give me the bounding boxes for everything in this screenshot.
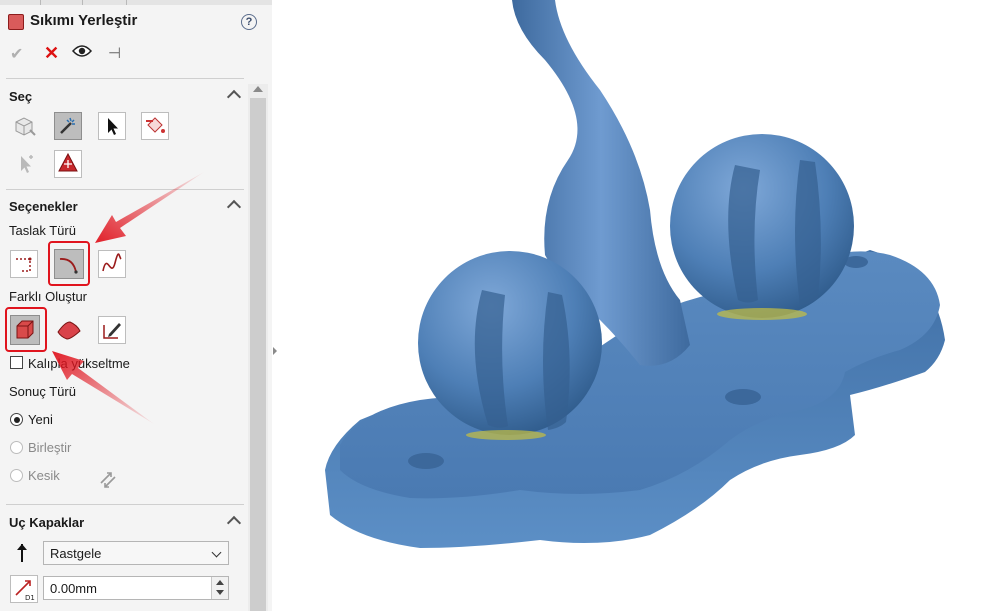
disabled-pointer-button[interactable] xyxy=(10,150,38,178)
hook-ball-left xyxy=(418,251,602,435)
depth-spinner[interactable] xyxy=(211,577,228,599)
depth-dimension-icon-button[interactable]: D1 xyxy=(10,575,38,603)
help-icon[interactable]: ? xyxy=(241,14,257,30)
preview-button[interactable] xyxy=(71,44,93,61)
result-merge-radio[interactable] xyxy=(10,441,23,454)
collapse-chevron-icon[interactable] xyxy=(226,515,242,531)
chevron-down-icon xyxy=(211,547,222,558)
cancel-button[interactable]: ✕ xyxy=(44,43,59,64)
result-new-label: Yeni xyxy=(28,412,53,427)
feature-select-button[interactable] xyxy=(54,150,82,178)
divider xyxy=(6,504,244,505)
spin-down-icon[interactable] xyxy=(216,590,224,595)
feature-title: Sıkımı Yerleştir xyxy=(30,12,138,29)
end-cap-depth-value: 0.00mm xyxy=(50,581,97,596)
spline-icon xyxy=(102,253,122,272)
checkmark-icon: ✔ xyxy=(10,46,24,63)
coat-hook-model xyxy=(325,0,945,548)
collapse-chevron-icon[interactable] xyxy=(226,89,242,105)
section-end-caps-title[interactable]: Uç Kapaklar xyxy=(9,515,84,530)
collapse-chevron-icon[interactable] xyxy=(226,199,242,215)
ball-slot xyxy=(795,160,821,305)
sketch-type-arc-button[interactable] xyxy=(54,249,84,279)
create-different-label: Farklı Oluştur xyxy=(9,289,88,304)
solid-body-button[interactable] xyxy=(10,315,40,345)
red-star-shape-icon xyxy=(58,152,78,172)
paint-bucket-button[interactable] xyxy=(141,112,169,140)
hook-ball-right xyxy=(670,134,854,318)
panel-scrollbar[interactable] xyxy=(248,84,268,611)
pin-button[interactable]: ⊣ xyxy=(108,44,121,62)
divider xyxy=(6,78,244,79)
surface-body-button[interactable] xyxy=(54,316,82,344)
sketch-edit-button[interactable] xyxy=(98,316,126,344)
flip-direction-button[interactable] xyxy=(97,469,119,494)
scrollbar-thumb[interactable] xyxy=(250,98,266,611)
result-cut-radio[interactable] xyxy=(10,469,23,482)
paint-bucket-icon xyxy=(146,117,165,133)
section-options-title[interactable]: Seçenekler xyxy=(9,199,78,214)
panel-tab-strip[interactable] xyxy=(0,0,272,5)
ball-contact-edge xyxy=(717,308,807,320)
result-type-label: Sonuç Türü xyxy=(9,384,76,399)
pointer-button[interactable] xyxy=(98,112,126,140)
surface-diamond-icon xyxy=(57,321,81,340)
graphics-viewport[interactable] xyxy=(282,0,981,611)
panel-splitter[interactable] xyxy=(272,0,282,611)
callout-arrow-sketch-type xyxy=(95,172,204,243)
result-cut-label: Kesik xyxy=(28,468,60,483)
sketch-type-spline-button[interactable] xyxy=(98,250,126,278)
end-cap-direction-value: Rastgele xyxy=(50,546,102,561)
depth-icon-label: D1 xyxy=(25,594,35,602)
screw-hole xyxy=(725,389,761,405)
collapse-panel-icon[interactable] xyxy=(273,347,277,355)
close-icon: ✕ xyxy=(44,43,60,63)
pushpin-icon: ⊣ xyxy=(108,45,122,62)
feature-icon xyxy=(8,14,24,30)
screw-hole xyxy=(408,453,444,469)
spin-up-icon[interactable] xyxy=(216,580,224,585)
scroll-up-icon[interactable] xyxy=(253,86,263,92)
magic-wand-icon xyxy=(60,117,75,134)
up-arrow-icon xyxy=(17,544,27,562)
corner-polyline-icon xyxy=(16,257,32,272)
result-merge-label: Birleştir xyxy=(28,440,72,455)
arc-sketch-icon xyxy=(59,258,78,274)
eye-icon xyxy=(71,45,93,57)
pointer-plus-icon xyxy=(21,155,33,173)
solid-cube-icon xyxy=(16,320,34,339)
result-new-radio[interactable] xyxy=(10,413,23,426)
ok-button[interactable]: ✔ xyxy=(10,44,23,64)
edit-pencil-icon xyxy=(103,323,121,339)
cursor-arrow-icon xyxy=(108,118,118,135)
magic-wand-button[interactable] xyxy=(54,112,82,140)
property-manager-panel: Sıkımı Yerleştir ? ✔ ✕ ⊣ Seç Seçenekler … xyxy=(0,0,273,611)
depth-dimension-icon: D1 xyxy=(15,580,35,602)
sketch-type-label: Taslak Türü xyxy=(9,223,76,238)
ball-contact-edge xyxy=(466,430,546,440)
box-select-icon xyxy=(15,117,36,136)
end-cap-depth-input[interactable]: 0.00mm xyxy=(43,576,229,600)
select-box-icon-button[interactable] xyxy=(10,112,38,140)
flip-arrows-icon xyxy=(100,472,116,488)
mold-lift-label: Kalıpla yükseltme xyxy=(28,356,130,371)
end-cap-direction-select[interactable]: Rastgele xyxy=(43,541,229,565)
section-select-title[interactable]: Seç xyxy=(9,89,32,104)
divider xyxy=(6,189,244,190)
sketch-type-polyline-button[interactable] xyxy=(10,250,38,278)
mold-lift-checkbox[interactable] xyxy=(10,356,23,369)
direction-button[interactable] xyxy=(14,542,30,567)
